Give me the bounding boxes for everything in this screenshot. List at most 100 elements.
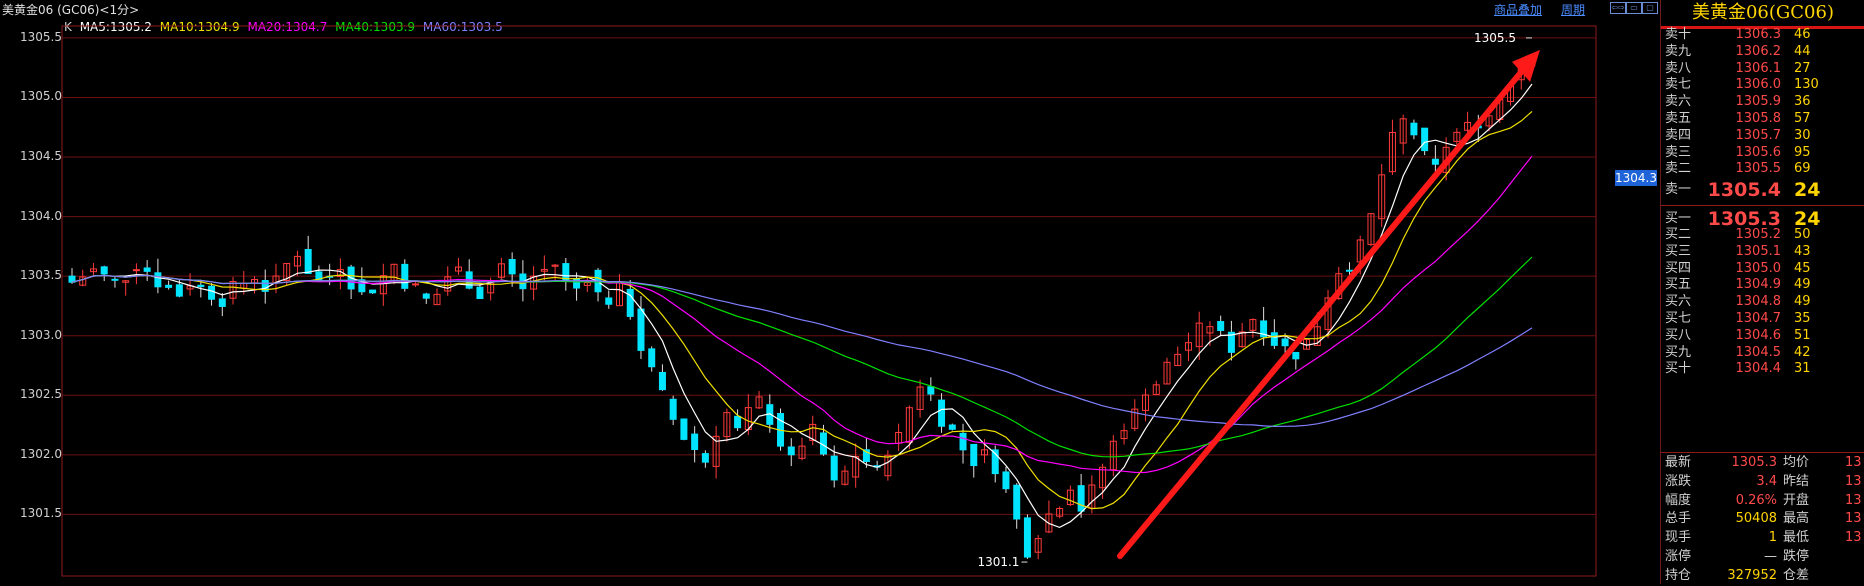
stat-value: 327952 [1727,567,1777,583]
candle-body [1023,517,1031,558]
ma40-line [71,256,1533,458]
stat-row: 总手 50408 最高 13 [1661,509,1864,529]
ask-volume: 24 [1794,179,1821,201]
candle-body [304,249,312,275]
stat-label-2: 跌停 [1783,549,1810,564]
candle-body [508,258,516,275]
candle-body [476,286,484,300]
current-price-tag: 1304.3 [1615,170,1657,186]
switch-icon[interactable]: ⇦⇨ [1610,2,1626,14]
candle-body [938,399,946,427]
candle-body [1013,484,1021,520]
candle-body [605,297,613,305]
stat-label: 幅度 [1665,492,1692,508]
stat-value: 1305.3 [1731,455,1778,470]
order-book-divider [1661,205,1864,206]
quote-panel: 美黄金06(GC06) 卖十 1306.3 46 卖九 1306.2 44 卖八 1306.1… [1660,0,1864,584]
chart-title: 美黄金06 (GC06)<1分> [2,3,140,17]
overlay-commodity-link[interactable]: 商品叠加 [1494,1,1542,18]
stat-label: 持仓 [1665,567,1692,583]
candle-body [669,398,677,420]
y-tick-label: 1302.5 [20,387,62,402]
stat-label-2: 昨结 [1783,473,1810,489]
candle-body [1410,122,1418,136]
maximize-icon[interactable]: ▢ [1642,2,1658,14]
candle-body [648,348,656,368]
ma60-line [71,274,1533,428]
candle-body [369,289,377,294]
period-link[interactable]: 周期 [1561,1,1585,18]
stat-row: 幅度 0.26% 开盘 13 [1661,491,1864,511]
candle-body [948,424,956,430]
stat-value: 1 [1768,530,1777,546]
candle-body [165,284,173,288]
stat-label-2: 仓差 [1783,567,1810,583]
candle-body [197,284,205,288]
candle-body [626,288,634,317]
stat-label-2: 开盘 [1783,492,1810,508]
stats-divider [1661,452,1864,453]
y-tick-label: 1302.0 [20,446,62,461]
candle-body [830,455,838,481]
candle-body [412,283,420,286]
stat-row: 现手 1 最低 13 [1661,528,1864,548]
bid-row[interactable]: 买十 1304.4 31 [1661,359,1864,379]
stat-value-2: 13 [1845,455,1862,470]
stat-row: 涨停 — 跌停 [1661,547,1864,567]
y-tick-label: 1303.5 [20,268,62,283]
candle-body [401,263,409,289]
stat-label: 现手 [1665,530,1692,546]
candle-body [959,432,967,451]
low-label: 1301.1 [977,555,1019,569]
stat-value-2: 13 [1845,473,1862,489]
candle-body [734,415,742,429]
candle-body [100,266,108,275]
stat-label: 总手 [1665,511,1692,527]
stat-value-2: 13 [1845,530,1862,546]
ask-label: 卖一 [1665,182,1692,197]
stat-row: 持仓 327952 仓差 [1661,566,1864,586]
candle-body [143,267,151,272]
candle-body [562,263,570,281]
stat-value: — [1764,549,1777,564]
candle-body [175,284,183,297]
candlestick-chart[interactable]: 1305.5 1301.1 [0,18,1658,584]
candle-body [218,298,226,307]
trend-arrow [1117,60,1531,560]
stat-value: 0.26% [1735,492,1777,508]
candle-body [927,386,935,395]
bid-price: 1304.4 [1735,361,1782,377]
candle-body [111,278,119,281]
candle-body [1217,321,1225,331]
candle-body [208,285,216,300]
y-tick-label: 1304.5 [20,149,62,164]
candle-body [658,371,666,391]
candle-body [1077,485,1085,512]
candle-body [1270,332,1278,346]
candle-body [787,446,795,456]
candle-body [637,308,645,351]
stat-label-2: 最低 [1783,530,1810,546]
restore-icon[interactable]: ▭ [1626,2,1642,14]
candle-body [1281,338,1289,347]
candle-body [1292,351,1300,360]
candle-body [701,453,709,463]
stat-value-2: 13 [1845,492,1862,508]
stat-row: 最新 1305.3 均价 13 [1661,453,1864,473]
ask-row[interactable]: 卖一 1305.4 24 [1661,176,1864,204]
stat-value-2: 13 [1845,511,1862,527]
candle-body [1346,269,1353,272]
stat-label: 涨跌 [1665,473,1692,489]
chart-frame [61,25,1597,577]
candle-body [970,443,978,467]
stat-value: 3.4 [1756,473,1777,489]
ask-price: 1305.4 [1707,179,1781,201]
stat-label-2: 最高 [1783,511,1810,527]
candle-body [680,418,688,440]
stat-row: 涨跌 3.4 昨结 13 [1661,472,1864,492]
y-tick-label: 1303.0 [20,327,62,342]
candle-body [154,272,162,288]
stat-label: 最新 [1665,455,1692,470]
stat-label-2: 均价 [1783,455,1810,470]
bid-label: 买十 [1665,361,1692,377]
